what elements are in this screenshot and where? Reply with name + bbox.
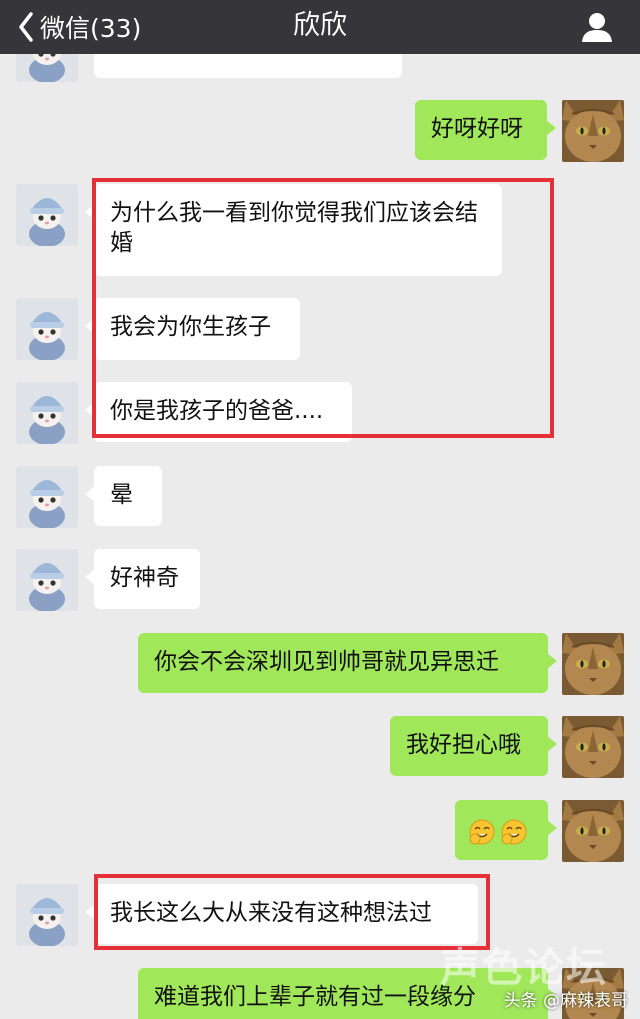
message-bubble-incoming[interactable]: 我长这么大从来没有这种想法过 [85, 884, 478, 944]
nav-bar: 微信(33) 欣欣 [0, 0, 640, 54]
contact-avatar[interactable] [16, 54, 78, 82]
message-bubble-outgoing[interactable]: 你会不会深圳见到帅哥就见异思迁 [138, 633, 557, 693]
contact-avatar[interactable] [16, 549, 78, 611]
my-avatar[interactable] [562, 716, 624, 778]
message-bubble-incoming[interactable]: 你是我孩子的爸爸.... [85, 382, 352, 442]
emoji-icon [501, 818, 527, 845]
message-bubble-incoming[interactable]: 我会为你生孩子 [85, 298, 300, 360]
message-bubble-incoming[interactable] [94, 54, 402, 78]
back-label: 微信(33) [40, 14, 142, 43]
contact-avatar[interactable] [16, 466, 78, 528]
my-avatar[interactable] [562, 633, 624, 695]
my-avatar[interactable] [562, 100, 624, 162]
emoji-icon [469, 818, 495, 845]
message-bubble-outgoing[interactable]: 我好担心哦 [390, 716, 557, 776]
message-bubble-incoming[interactable]: 晕 [85, 466, 162, 526]
message-bubble-outgoing[interactable]: 好呀好呀 [415, 100, 556, 160]
chat-area[interactable]: 好呀好呀 为什么我一看到你觉得我们应该会结婚 我会为你生孩子 你是我孩子的爸爸.… [0, 54, 640, 1019]
contact-avatar[interactable] [16, 184, 78, 246]
profile-button[interactable] [580, 10, 614, 44]
contact-avatar[interactable] [16, 382, 78, 444]
chevron-left-icon [19, 12, 33, 42]
user-icon [582, 13, 612, 42]
contact-avatar[interactable] [16, 298, 78, 360]
message-bubble-outgoing[interactable] [455, 800, 557, 860]
faint-watermark: 声色论坛 [440, 945, 608, 991]
my-avatar[interactable] [562, 800, 624, 862]
back-button[interactable]: 微信(33) [18, 8, 141, 46]
message-bubble-incoming[interactable]: 为什么我一看到你觉得我们应该会结婚 [85, 184, 502, 276]
message-bubble-incoming[interactable]: 好神奇 [85, 549, 200, 609]
watermark: 头条 @麻辣表哥 [503, 991, 628, 1011]
contact-avatar[interactable] [16, 884, 78, 946]
